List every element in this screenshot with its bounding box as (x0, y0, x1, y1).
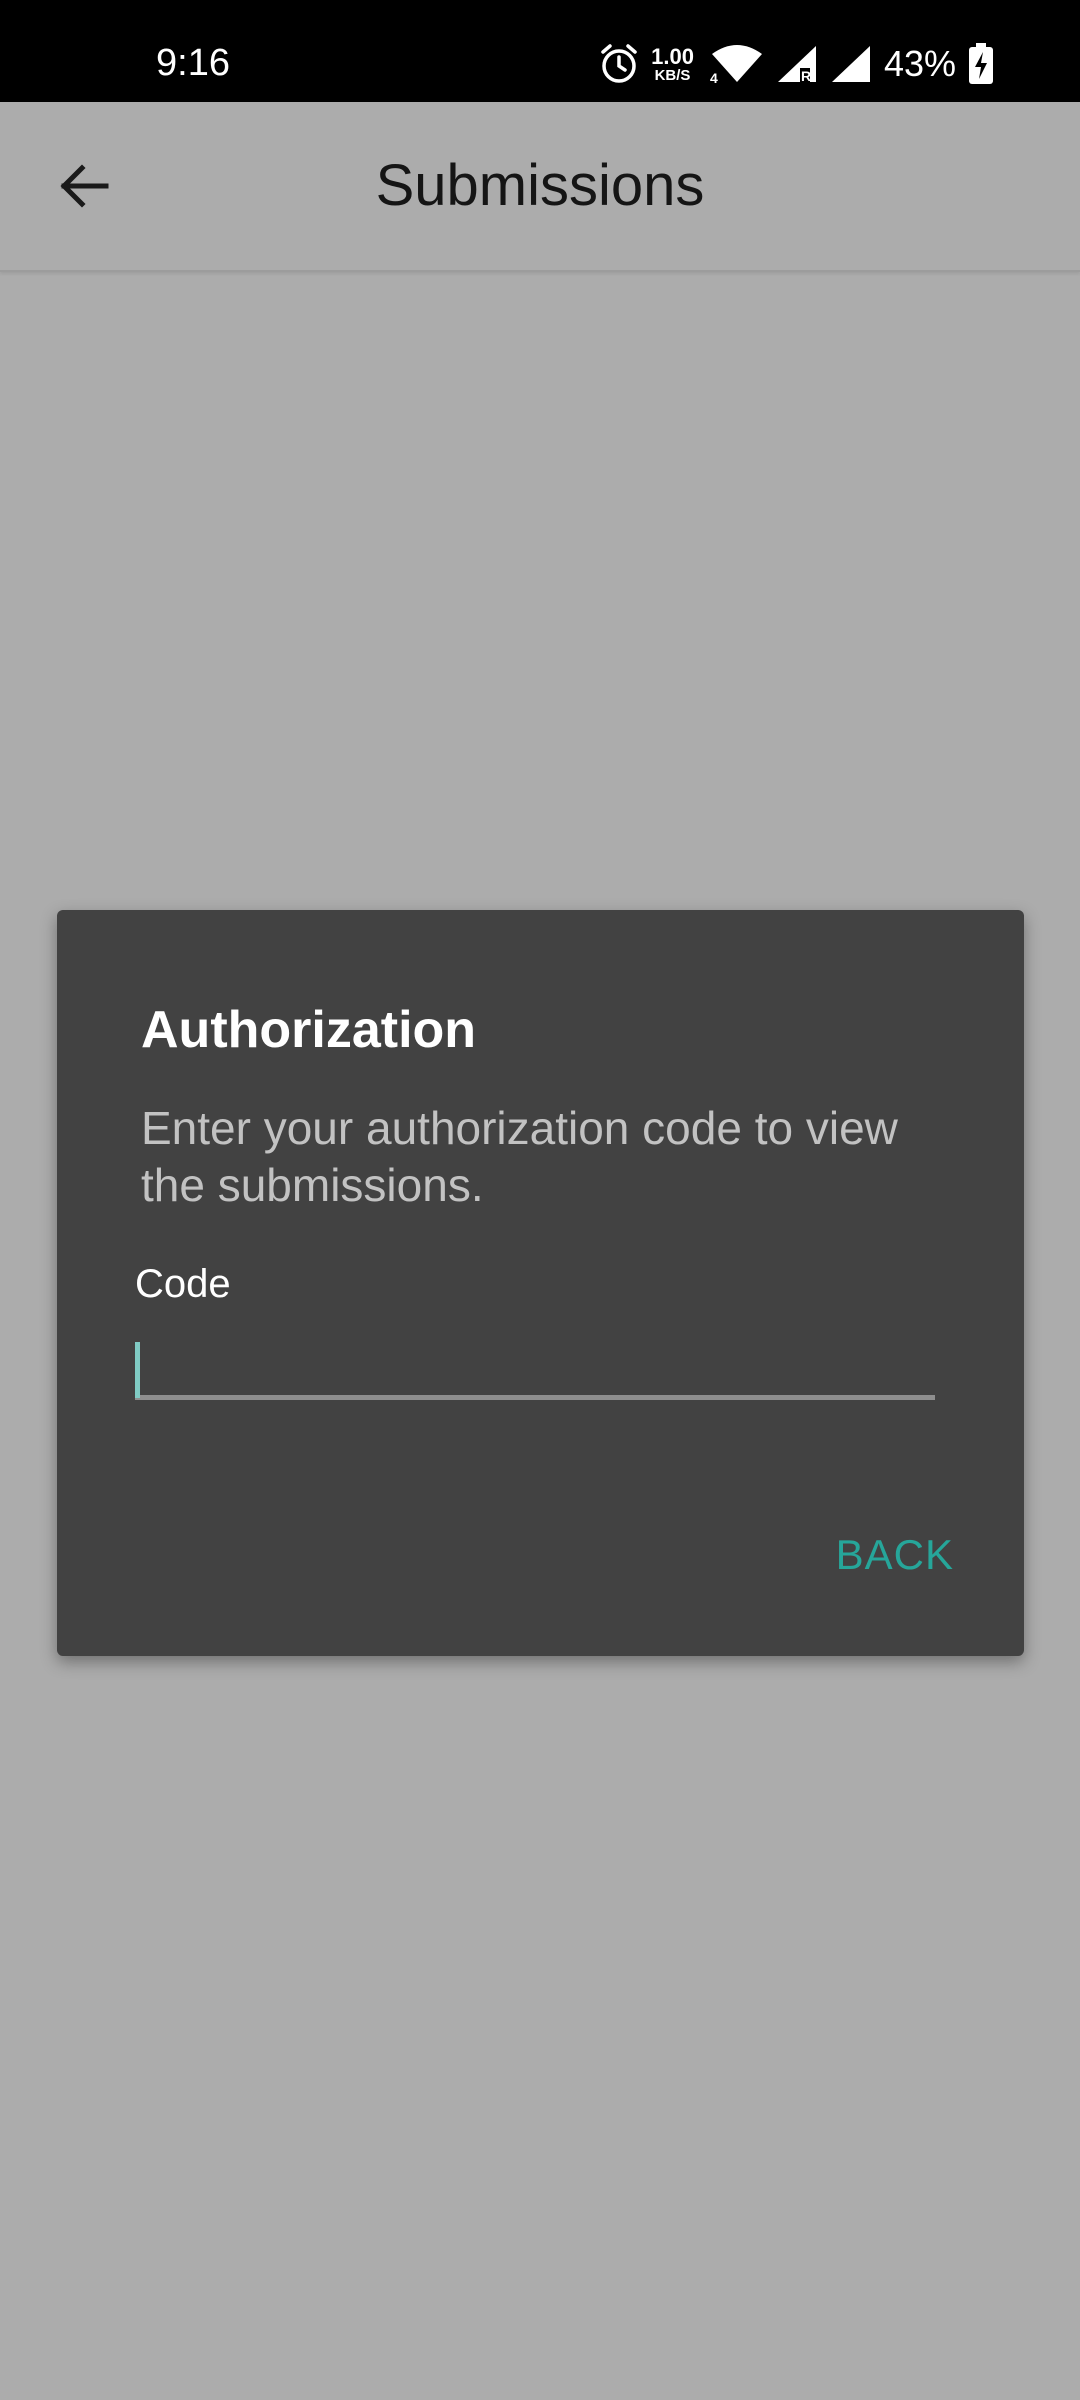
app-bar: Submissions (0, 102, 1080, 272)
net-speed-value: 1.00 (651, 43, 694, 69)
code-input[interactable] (135, 1330, 935, 1400)
authorization-dialog: Authorization Enter your authorization c… (57, 910, 1024, 1656)
dialog-title: Authorization (141, 1001, 477, 1059)
signal-icon: R (776, 44, 818, 84)
text-caret (135, 1342, 140, 1398)
status-bar: 9:16 1.00 KB/S 4 R 43% (0, 0, 1080, 102)
status-time: 9:16 (156, 42, 230, 84)
alarm-icon (599, 43, 639, 85)
net-speed: 1.00 KB/S (651, 43, 694, 84)
back-button[interactable]: BACK (836, 1531, 954, 1578)
battery-charging-icon (968, 43, 994, 85)
signal-roaming-icon (830, 44, 872, 84)
wifi-icon: 4 (710, 44, 764, 84)
page-title: Submissions (375, 153, 705, 218)
svg-text:4: 4 (710, 70, 718, 84)
dialog-message: Enter your authorization code to view th… (141, 1102, 898, 1211)
code-field-label: Code (135, 1262, 231, 1306)
svg-text:R: R (801, 68, 811, 84)
net-speed-unit: KB/S (654, 66, 691, 84)
battery-percent: 43% (883, 43, 956, 84)
status-icons: 1.00 KB/S 4 R 43% (599, 42, 994, 86)
